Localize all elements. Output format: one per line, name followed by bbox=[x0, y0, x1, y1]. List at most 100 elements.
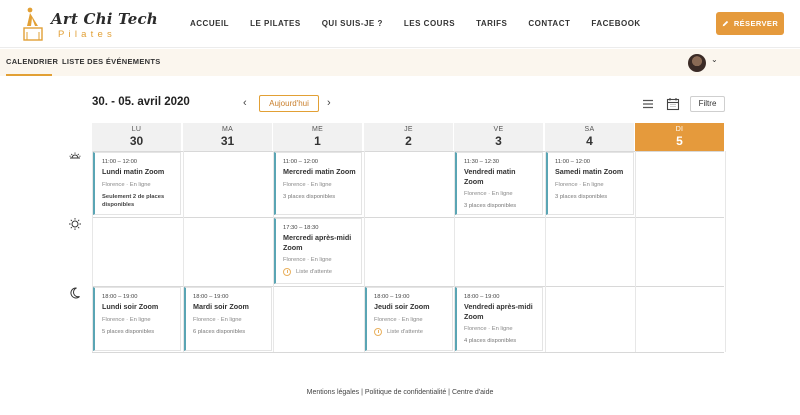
tab-liste-des-evenements[interactable]: LISTE DES ÉVÉNEMENTS bbox=[62, 49, 161, 76]
footer-link-politique-de-confidentialite[interactable]: Politique de confidentialité bbox=[365, 389, 446, 396]
grid-row-divider bbox=[92, 217, 724, 218]
event-location: Florence · En ligne bbox=[374, 316, 423, 323]
event-title: Jeudi soir Zoom bbox=[374, 302, 430, 311]
event-location: Florence · En ligne bbox=[464, 326, 513, 332]
day-number: 3 bbox=[495, 134, 502, 148]
site-logo[interactable]: Art Chi Tech Pilates bbox=[22, 6, 158, 42]
grid-row-divider bbox=[92, 352, 724, 353]
event-availability: Seulement 2 de places disponibles bbox=[102, 193, 165, 208]
avatar[interactable] bbox=[688, 54, 706, 72]
day-header: SA 4 bbox=[545, 123, 635, 151]
event-availability: 5 places disponibles bbox=[102, 328, 155, 335]
day-number: 1 bbox=[314, 134, 321, 148]
event-waitlist-label: Liste d'attente bbox=[387, 328, 423, 335]
event-card[interactable]: 11:00 – 12:00 Mercredi matin Zoom Florence… bbox=[274, 152, 362, 215]
event-availability: 3 places disponibles bbox=[555, 193, 608, 200]
event-title: Mercredi matin Zoom bbox=[283, 167, 356, 176]
event-time: 18:00 – 19:00 bbox=[374, 294, 410, 300]
tab-calendrier[interactable]: CALENDRIER bbox=[6, 49, 58, 76]
footer-cut-off-logo: ▬▬▬▬▬ bbox=[360, 409, 440, 415]
event-waitlist: Liste d'attente bbox=[374, 327, 447, 336]
footer-separator: | bbox=[361, 389, 363, 396]
event-availability: 3 places disponibles bbox=[464, 203, 517, 209]
main-nav: ACCUEIL LE PILATES QUI SUIS-JE ? LES COU… bbox=[190, 17, 662, 31]
event-card[interactable]: 17:30 – 18:30 Mercredi après-midi Zoom Flo… bbox=[274, 218, 362, 284]
day-header: MA 31 bbox=[183, 123, 273, 151]
footer-link-centre-d-aide[interactable]: Centre d'aide bbox=[452, 389, 493, 396]
day-header: DI 5 bbox=[635, 123, 725, 151]
site-header: Art Chi Tech Pilates ACCUEIL LE PILATES … bbox=[0, 0, 800, 48]
day-number: 2 bbox=[405, 134, 412, 148]
reserve-button-label: RÉSERVER bbox=[733, 19, 779, 28]
event-card[interactable]: 18:00 – 19:00 Lundi soir Zoom Florence · E… bbox=[93, 287, 181, 351]
nav-item-qui-suis-je[interactable]: QUI SUIS-JE ? bbox=[322, 17, 383, 31]
calendar-view-icon[interactable] bbox=[665, 96, 681, 112]
event-title: Vendredi matin Zoom bbox=[464, 167, 516, 186]
event-title: Mercredi après-midi Zoom bbox=[283, 233, 352, 252]
brand-title: Art Chi Tech bbox=[51, 10, 158, 28]
reserve-button[interactable]: RÉSERVER bbox=[716, 12, 784, 35]
event-card[interactable]: 11:00 – 12:00 Lundi matin Zoom Florence · … bbox=[93, 152, 181, 215]
prev-week-chevron-icon[interactable]: ‹ bbox=[243, 97, 247, 110]
event-location: Florence · En ligne bbox=[283, 257, 332, 263]
day-header: LU 30 bbox=[92, 123, 182, 151]
day-abbr: DI bbox=[675, 126, 684, 133]
evening-moon-icon bbox=[70, 287, 80, 299]
day-abbr: MA bbox=[221, 126, 234, 133]
event-waitlist: Liste d'attente bbox=[283, 268, 356, 276]
filter-button[interactable]: Filtre bbox=[690, 96, 725, 112]
event-title: Mardi soir Zoom bbox=[193, 302, 249, 311]
nav-item-contact[interactable]: CONTACT bbox=[528, 17, 570, 31]
pencil-icon bbox=[722, 20, 728, 27]
day-abbr: LU bbox=[131, 126, 142, 133]
event-location: Florence · En ligne bbox=[555, 181, 604, 188]
event-location: Florence · En ligne bbox=[464, 191, 513, 197]
footer-link-mentions-legales[interactable]: Mentions légales bbox=[307, 389, 360, 396]
event-location: Florence · En ligne bbox=[283, 181, 332, 188]
event-time: 11:00 – 12:00 bbox=[555, 159, 591, 165]
list-view-icon[interactable] bbox=[640, 96, 656, 112]
event-time: 18:00 – 19:00 bbox=[102, 294, 138, 300]
day-number: 30 bbox=[129, 134, 144, 148]
event-time: 18:00 – 19:00 bbox=[193, 294, 229, 300]
event-time: 11:00 – 12:00 bbox=[283, 159, 319, 165]
event-time: 11:30 – 12:30 bbox=[464, 159, 500, 165]
footer-separator: | bbox=[448, 389, 450, 396]
today-button[interactable]: Aujourd'hui bbox=[259, 95, 319, 112]
event-time: 18:00 – 19:00 bbox=[464, 294, 500, 300]
event-title: Lundi soir Zoom bbox=[102, 302, 159, 311]
chevron-down-icon[interactable]: ⌄ bbox=[711, 55, 718, 64]
event-availability: 4 places disponibles bbox=[464, 338, 517, 344]
date-range-title: 30. - 05. avril 2020 bbox=[92, 96, 190, 108]
event-card[interactable]: 11:30 – 12:30 Vendredi matin Zoom Florence… bbox=[455, 152, 543, 215]
event-location: Florence · En ligne bbox=[193, 316, 242, 323]
nav-item-les-cours[interactable]: LES COURS bbox=[404, 17, 455, 31]
event-location: Florence · En ligne bbox=[102, 181, 151, 188]
event-location: Florence · En ligne bbox=[102, 316, 151, 323]
nav-item-accueil[interactable]: ACCUEIL bbox=[190, 17, 229, 31]
event-waitlist-label: Liste d'attente bbox=[296, 269, 332, 275]
event-title: Vendredi après-midi Zoom bbox=[464, 302, 533, 321]
event-card[interactable]: 18:00 – 19:00 Vendredi après-midi Zoom Flo… bbox=[455, 287, 543, 351]
event-card[interactable]: 11:00 – 12:00 Samedi matin Zoom Florence ·… bbox=[546, 152, 634, 215]
afternoon-sun-icon bbox=[69, 218, 81, 230]
day-abbr: ME bbox=[311, 126, 324, 133]
day-number: 5 bbox=[676, 134, 683, 148]
next-week-chevron-icon[interactable]: › bbox=[327, 97, 331, 110]
event-availability: 6 places disponibles bbox=[193, 328, 246, 335]
morning-sun-icon bbox=[69, 152, 81, 159]
nav-item-tarifs[interactable]: TARIFS bbox=[476, 17, 507, 31]
event-availability: 3 places disponibles bbox=[283, 193, 336, 200]
day-abbr: VE bbox=[493, 126, 504, 133]
footer-links: Mentions légales | Politique de confiden… bbox=[0, 389, 800, 396]
day-header: JE 2 bbox=[364, 123, 454, 151]
brand-subtitle: Pilates bbox=[58, 29, 116, 40]
nav-item-le-pilates[interactable]: LE PILATES bbox=[250, 17, 301, 31]
day-header: VE 3 bbox=[454, 123, 544, 151]
grid-column-divider bbox=[725, 151, 726, 352]
nav-item-facebook[interactable]: FACEBOOK bbox=[591, 17, 640, 31]
event-card[interactable]: 18:00 – 19:00 Mardi soir Zoom Florence · E… bbox=[184, 287, 272, 351]
pilates-figure-logo-icon bbox=[23, 7, 43, 41]
event-card[interactable]: 18:00 – 19:00 Jeudi soir Zoom Florence · E… bbox=[365, 287, 453, 351]
grid-column-divider bbox=[635, 151, 636, 352]
